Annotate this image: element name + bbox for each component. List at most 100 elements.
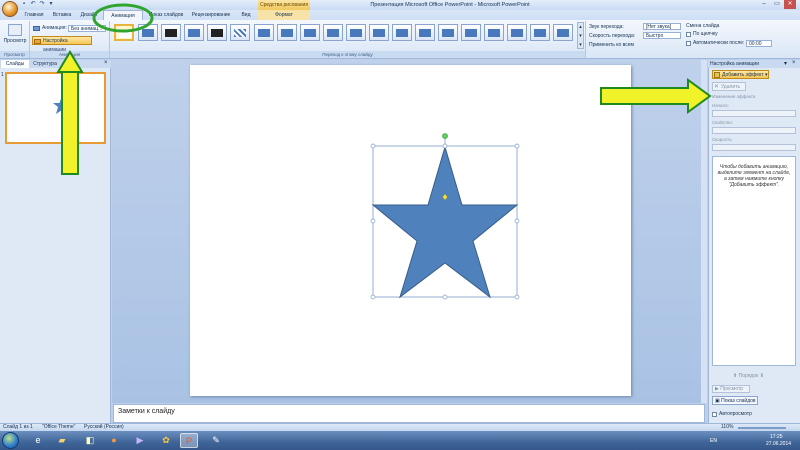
transition-wipe-up[interactable] (323, 24, 343, 41)
speed-label: Скорость перехода: (589, 33, 636, 39)
reorder-up-icon[interactable]: ⬆ (733, 373, 737, 379)
transition-cut[interactable] (184, 24, 204, 41)
minimize-icon[interactable]: – (758, 0, 770, 9)
transition-wipe-left[interactable] (277, 24, 297, 41)
on-click-checkbox[interactable] (686, 32, 691, 37)
app-icon[interactable]: ✿ (157, 433, 175, 448)
office-button[interactable] (2, 1, 18, 17)
zoom-level[interactable]: 110% (721, 424, 733, 431)
undo-icon[interactable]: ↶ (29, 1, 37, 8)
sound-select[interactable]: [Нет звука] (643, 23, 681, 30)
ie-icon[interactable]: e (29, 433, 47, 448)
clock-date[interactable]: 27.06.2014 (766, 441, 791, 447)
system-tray: EN 17:25 27.06.2014 (708, 434, 798, 448)
tab-view[interactable]: Вид (238, 10, 254, 20)
close-icon[interactable]: ✕ (784, 0, 796, 9)
thumbnail-star-icon (53, 96, 71, 114)
star-polygon[interactable] (371, 145, 519, 299)
auto-after-input[interactable]: 00:00 (746, 40, 772, 47)
transition-wipe-right[interactable] (300, 24, 320, 41)
custom-animation-button[interactable]: Настройка анимации (32, 36, 92, 53)
start-button[interactable] (2, 432, 19, 449)
property-select[interactable] (712, 127, 796, 134)
speed-select-pane[interactable] (712, 144, 796, 151)
group-label: Просмотр (0, 51, 29, 58)
transition-dissolve[interactable] (230, 24, 250, 41)
vertical-scrollbar[interactable] (701, 60, 707, 403)
transition-fade[interactable] (138, 24, 158, 41)
animation-select[interactable]: Без анимац... (68, 25, 106, 32)
firefox-icon[interactable]: ● (105, 433, 123, 448)
clock-time[interactable]: 17:25 (770, 434, 783, 440)
pane-menu-icon[interactable]: ▾ (784, 60, 787, 67)
tab-slideshow[interactable]: Показ слайдов (146, 10, 186, 20)
transition-push-left[interactable] (461, 24, 481, 41)
notes-field[interactable]: Заметки к слайду (113, 404, 705, 423)
preview-icon[interactable] (8, 24, 22, 36)
reorder-label: ⬆ Порядок ⬇ (733, 373, 764, 379)
slideshow-button[interactable]: ▣ Показ слайдов (712, 396, 758, 405)
group-preview: Просмотр Просмотр (0, 21, 30, 58)
language[interactable]: Русский (Россия) (84, 424, 124, 431)
tab-insert[interactable]: Вставка (50, 10, 74, 20)
tab-design[interactable]: Дизайн (78, 10, 100, 20)
transition-none[interactable] (114, 24, 134, 41)
zoom-slider[interactable] (738, 427, 786, 429)
slide-count: Слайд 1 из 1 (3, 424, 33, 430)
transition-split-in[interactable] (392, 24, 412, 41)
gallery-scroll[interactable]: ▴ ▾ ▾ (577, 22, 584, 49)
transition-cut-black[interactable] (207, 24, 227, 41)
qat-dropdown-icon[interactable]: ▾ (47, 1, 55, 8)
save-icon[interactable]: ▪ (20, 1, 28, 8)
apply-all-button[interactable]: Применить ко всем (589, 42, 634, 48)
play-button[interactable]: ▶ Просмотр (712, 385, 750, 393)
tab-outline[interactable]: Структура (30, 60, 60, 68)
tab-format[interactable]: Формат (258, 10, 310, 20)
close-pane-icon[interactable]: × (104, 60, 108, 66)
rotate-handle[interactable] (442, 133, 448, 139)
add-effect-button[interactable]: Добавить эффект ▾ (712, 70, 769, 79)
transition-wipe-down[interactable] (254, 24, 274, 41)
auto-after-checkbox[interactable] (686, 41, 691, 46)
transition-split-vertical[interactable] (346, 24, 366, 41)
property-label: Свойство: (712, 120, 734, 125)
add-effect-icon (714, 72, 720, 78)
tab-slides[interactable]: Слайды (1, 60, 29, 68)
word-icon[interactable]: ◧ (81, 433, 99, 448)
paint-icon[interactable]: ✎ (207, 433, 225, 448)
transition-box-in[interactable] (530, 24, 550, 41)
transition-split-horizontal[interactable] (369, 24, 389, 41)
pane-close-icon[interactable]: × (792, 60, 796, 66)
start-select[interactable] (712, 110, 796, 117)
speed-select[interactable]: Быстро (643, 32, 681, 39)
group-label: Переход к этому слайду (110, 51, 585, 58)
media-icon[interactable]: ▶ (131, 433, 149, 448)
preview-button-label[interactable]: Просмотр (1, 38, 29, 44)
redo-icon[interactable]: ↷ (38, 1, 46, 8)
auto-after-label: Автоматически после: (693, 40, 745, 46)
star-shape[interactable] (190, 65, 631, 396)
tab-animation[interactable]: Анимация (103, 10, 143, 20)
language-indicator[interactable]: EN (710, 438, 717, 444)
powerpoint-icon[interactable]: P (180, 433, 198, 448)
tab-review[interactable]: Рецензирование (188, 10, 234, 20)
transition-split-out[interactable] (415, 24, 435, 41)
transition-box-out[interactable] (553, 24, 573, 41)
transition-fade-black[interactable] (161, 24, 181, 41)
autopreview-checkbox[interactable] (712, 412, 717, 417)
slide-canvas[interactable] (190, 65, 631, 396)
tab-home[interactable]: Главная (22, 10, 46, 20)
transition-push-right[interactable] (484, 24, 504, 41)
animation-icon (33, 26, 40, 31)
explorer-icon[interactable]: ▰ (53, 433, 71, 448)
remove-effect-button[interactable]: ✕ Удалить (712, 82, 746, 91)
maximize-icon[interactable]: ▭ (771, 0, 783, 9)
slide-thumbnail[interactable] (5, 72, 106, 144)
reorder-down-icon[interactable]: ⬇ (760, 373, 764, 379)
transition-push-down[interactable] (438, 24, 458, 41)
autopreview-label: Автопросмотр (719, 411, 752, 417)
group-label: Анимация (30, 51, 109, 58)
start-label: Начало: (712, 103, 729, 108)
transition-push-up[interactable] (507, 24, 527, 41)
group-animation: Анимация: Без анимац... Настройка анимац… (30, 21, 110, 58)
